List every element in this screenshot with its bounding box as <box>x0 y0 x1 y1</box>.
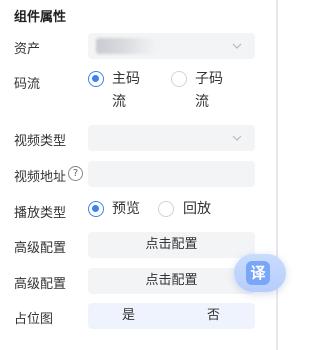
play-playback-label[interactable]: 回放 <box>183 198 211 220</box>
stream-sub-label-line1[interactable]: 子码 <box>195 68 223 90</box>
asset-select[interactable] <box>88 33 255 59</box>
placeholder-no-option[interactable]: 否 <box>207 303 220 329</box>
stream-sub-label-line2[interactable]: 流 <box>195 91 209 113</box>
stream-label: 码流 <box>14 77 41 92</box>
advanced-config-label-1: 高级配置 <box>14 241 67 256</box>
video-type-select[interactable] <box>88 125 255 151</box>
placeholder-image-label: 占位图 <box>14 312 54 327</box>
help-icon[interactable]: ? <box>68 166 83 181</box>
video-url-label: 视频地址 <box>14 170 67 185</box>
translate-icon: 译 <box>246 261 270 285</box>
play-playback-radio[interactable] <box>158 201 174 217</box>
scrollbar-track[interactable] <box>276 0 278 350</box>
stream-main-label-line1[interactable]: 主码 <box>112 68 140 90</box>
placeholder-yes-option[interactable]: 是 <box>122 303 135 329</box>
configure-button-2[interactable]: 点击配置 <box>88 268 255 294</box>
panel-title: 组件属性 <box>14 10 67 25</box>
play-preview-label[interactable]: 预览 <box>112 198 140 220</box>
stream-main-radio[interactable] <box>88 71 104 87</box>
stream-sub-radio[interactable] <box>171 71 187 87</box>
play-preview-radio[interactable] <box>88 201 104 217</box>
asset-value-redacted <box>96 38 158 54</box>
translate-button[interactable]: 译 <box>234 254 286 292</box>
stream-main-label-line2[interactable]: 流 <box>112 91 126 113</box>
chevron-down-icon <box>232 135 242 141</box>
configure-button-1[interactable]: 点击配置 <box>88 232 255 258</box>
component-properties-panel: 组件属性 资产 码流 主码 流 子码 流 视频类型 视频地址 ? 播放类型 预览… <box>0 0 270 350</box>
chevron-down-icon <box>232 43 242 49</box>
placeholder-image-toggle[interactable]: 是 否 <box>88 303 255 329</box>
video-url-input[interactable] <box>88 161 255 187</box>
play-type-label: 播放类型 <box>14 206 67 221</box>
asset-label: 资产 <box>14 42 41 57</box>
advanced-config-label-2: 高级配置 <box>14 277 67 292</box>
bottom-fade <box>0 336 270 350</box>
video-type-label: 视频类型 <box>14 134 67 149</box>
